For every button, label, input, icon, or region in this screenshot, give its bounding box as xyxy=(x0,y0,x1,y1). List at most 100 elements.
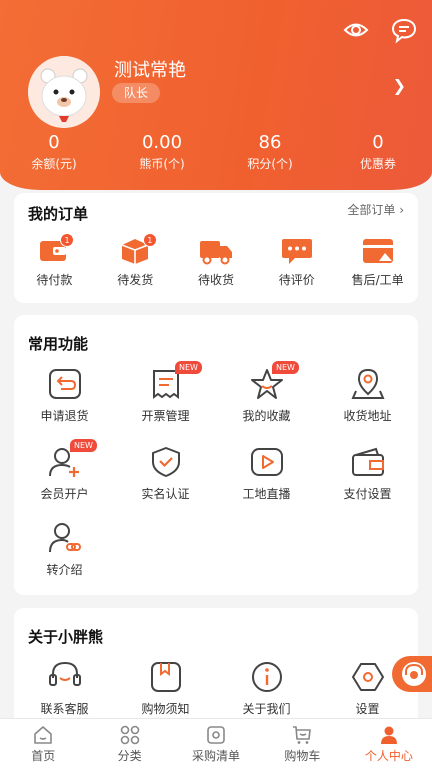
shield-check-icon xyxy=(151,447,180,477)
aftersale-icon xyxy=(362,239,393,263)
all-orders-label: 全部订单 xyxy=(347,203,396,217)
function-label: 申请退货 xyxy=(40,409,89,423)
chevron-right-icon: › xyxy=(399,203,404,217)
account-stats: 0 余额(元) 0.00 熊币(个) 86 积分(个) 0 优惠券 xyxy=(0,132,432,174)
function-label: 收货地址 xyxy=(343,409,392,423)
stat-label: 余额(元) xyxy=(31,157,77,171)
function-label: 我的收藏 xyxy=(242,409,291,423)
all-orders-link[interactable]: 全部订单 › xyxy=(347,201,404,218)
functions-title: 常用功能 xyxy=(28,335,89,353)
order-label: 待发货 xyxy=(117,273,154,287)
message-icon[interactable] xyxy=(390,16,418,44)
about-shopping-notice[interactable]: 购物须知 xyxy=(115,660,216,717)
avatar[interactable] xyxy=(28,56,100,128)
function-my-favorites[interactable]: NEW 我的收藏 xyxy=(216,361,317,424)
stat-label: 熊币(个) xyxy=(139,157,185,171)
stat-points[interactable]: 86 积分(个) xyxy=(216,132,324,174)
about-title: 关于小胖熊 xyxy=(28,628,104,646)
stat-bear-coins[interactable]: 0.00 熊币(个) xyxy=(108,132,216,174)
stat-value: 0 xyxy=(48,132,60,153)
tab-label: 分类 xyxy=(117,749,142,763)
user-name: 测试常艳 xyxy=(114,60,186,81)
function-label: 工地直播 xyxy=(242,487,291,501)
order-label: 待付款 xyxy=(36,273,73,287)
bear-avatar-icon xyxy=(28,56,100,128)
headset-icon xyxy=(48,661,81,686)
stat-value: 86 xyxy=(258,132,282,153)
new-badge: NEW xyxy=(175,361,202,374)
order-pending-payment[interactable]: 1 待付款 xyxy=(14,233,95,288)
function-real-name-auth[interactable]: 实名认证 xyxy=(115,445,216,502)
new-badge: NEW xyxy=(272,361,299,374)
function-site-live[interactable]: 工地直播 xyxy=(216,445,317,502)
orders-card: 我的订单 全部订单 › 1 待付款 1 待发货 待收货 待评价 售后/工单 xyxy=(14,193,418,303)
new-badge: NEW xyxy=(70,439,97,452)
function-apply-return[interactable]: 申请退货 xyxy=(14,367,115,424)
order-aftersale[interactable]: 售后/工单 xyxy=(337,237,418,288)
about-label: 联系客服 xyxy=(40,702,89,716)
about-us[interactable]: 关于我们 xyxy=(216,660,317,717)
location-icon xyxy=(350,368,385,399)
home-icon xyxy=(34,726,53,744)
about-row: 联系客服 购物须知 关于我们 设置 xyxy=(14,660,418,717)
functions-row-1: 申请退货 NEW 开票管理 NEW 我的收藏 收货地址 xyxy=(14,361,418,424)
eye-icon[interactable] xyxy=(342,16,370,44)
about-customer-service[interactable]: 联系客服 xyxy=(14,660,115,717)
profile-header: 测试常艳 队长 ❯ 0 余额(元) 0.00 熊币(个) 86 积分(个) 0 … xyxy=(0,0,432,190)
wallet-settings-icon xyxy=(351,447,384,476)
stat-value: 0 xyxy=(372,132,384,153)
order-label: 待评价 xyxy=(278,273,315,287)
function-member-account[interactable]: NEW 会员开户 xyxy=(14,439,115,502)
floating-service-button[interactable] xyxy=(392,656,432,692)
orders-title: 我的订单 xyxy=(28,205,89,223)
role-badge: 队长 xyxy=(112,83,161,103)
notice-book-icon xyxy=(150,662,181,692)
stat-label: 积分(个) xyxy=(247,157,293,171)
functions-row-2: NEW 会员开户 实名认证 工地直播 支付设置 xyxy=(14,439,418,502)
function-label: 会员开户 xyxy=(40,487,89,501)
badge-count: 1 xyxy=(60,233,74,247)
order-pending-shipment[interactable]: 1 待发货 xyxy=(95,233,176,288)
chevron-right-icon[interactable]: ❯ xyxy=(393,76,406,95)
tab-cart[interactable]: 购物车 xyxy=(259,719,345,768)
function-invoice-management[interactable]: NEW 开票管理 xyxy=(115,361,216,424)
info-icon xyxy=(251,662,282,692)
function-label: 支付设置 xyxy=(343,487,392,501)
function-payment-settings[interactable]: 支付设置 xyxy=(317,445,418,502)
function-label: 开票管理 xyxy=(141,409,190,423)
function-referral[interactable]: 转介绍 xyxy=(14,521,115,578)
user-icon xyxy=(380,726,397,744)
functions-card: 常用功能 申请退货 NEW 开票管理 NEW 我的收藏 收货地址 NEW 会员开… xyxy=(14,315,418,595)
tab-category[interactable]: 分类 xyxy=(86,719,172,768)
tab-label: 购物车 xyxy=(284,749,321,763)
functions-row-3: 转介绍 xyxy=(14,521,418,578)
category-icon xyxy=(120,725,139,745)
tab-purchase-list[interactable]: 采购清单 xyxy=(173,719,259,768)
truck-icon xyxy=(199,241,232,265)
referral-icon xyxy=(48,523,81,553)
list-icon xyxy=(207,726,225,744)
tab-label: 采购清单 xyxy=(192,749,241,763)
stat-balance[interactable]: 0 余额(元) xyxy=(0,132,108,174)
tab-label: 首页 xyxy=(31,749,56,763)
tab-label: 个人中心 xyxy=(364,749,413,763)
return-icon xyxy=(48,369,81,399)
cart-icon xyxy=(293,726,312,744)
live-play-icon xyxy=(250,448,283,476)
function-label: 实名认证 xyxy=(141,487,190,501)
function-shipping-address[interactable]: 收货地址 xyxy=(317,367,418,424)
orders-row: 1 待付款 1 待发货 待收货 待评价 售后/工单 xyxy=(14,233,418,288)
stat-coupons[interactable]: 0 优惠券 xyxy=(324,132,432,174)
settings-icon xyxy=(351,663,384,691)
tab-profile[interactable]: 个人中心 xyxy=(346,719,432,768)
order-pending-review[interactable]: 待评价 xyxy=(256,237,337,288)
badge-count: 1 xyxy=(142,233,157,247)
headset-icon xyxy=(402,662,426,686)
function-label: 转介绍 xyxy=(46,563,83,577)
tab-home[interactable]: 首页 xyxy=(0,719,86,768)
stat-label: 优惠券 xyxy=(359,157,396,171)
order-pending-receipt[interactable]: 待收货 xyxy=(176,237,257,288)
about-label: 关于我们 xyxy=(242,702,291,716)
order-label: 售后/工单 xyxy=(351,273,404,287)
bottom-tab-bar: 首页 分类 采购清单 购物车 个人中心 xyxy=(0,718,432,768)
